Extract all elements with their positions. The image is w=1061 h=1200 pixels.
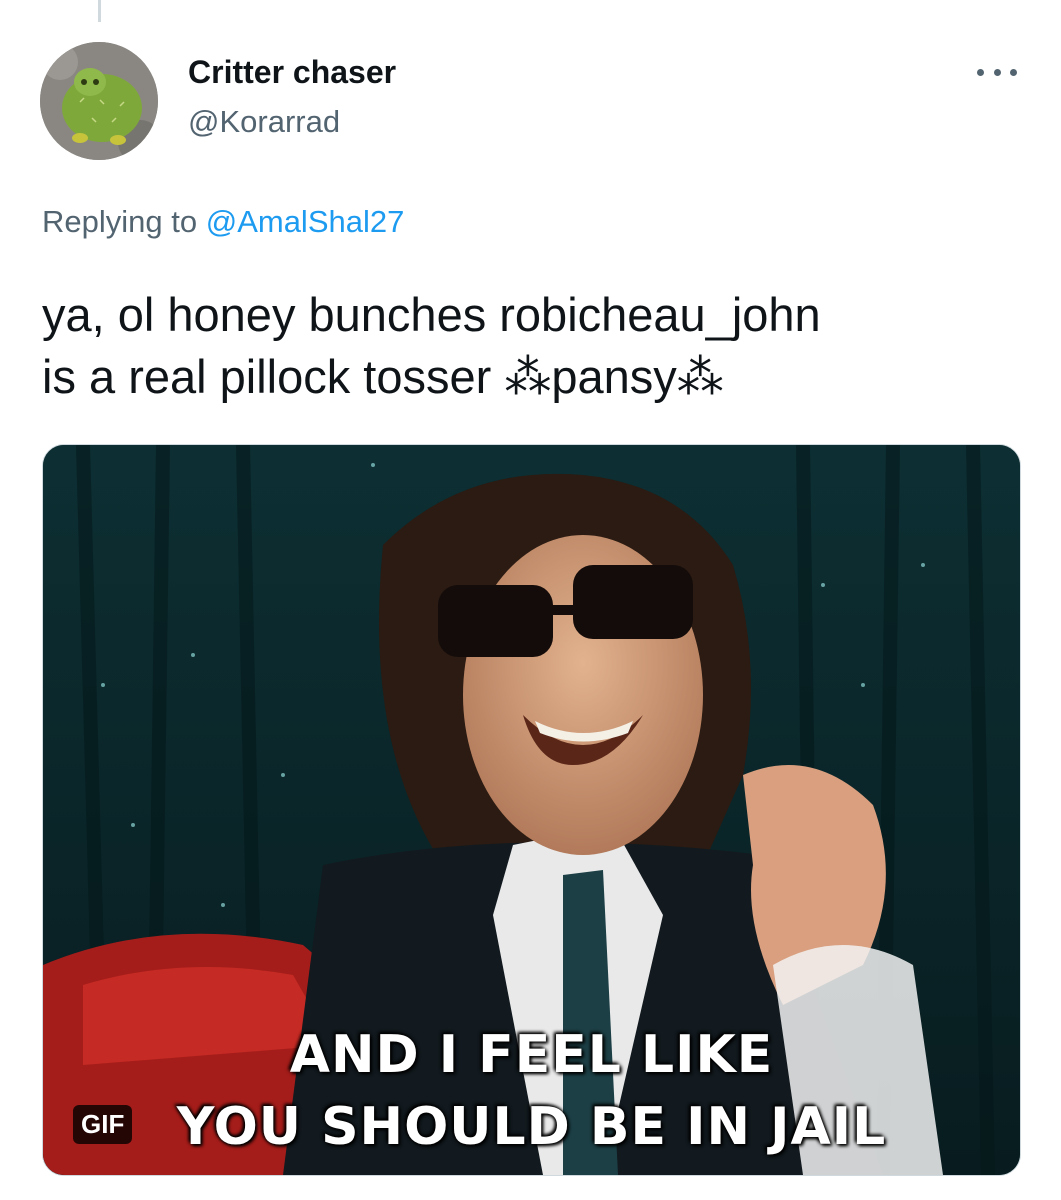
replying-to-prefix: Replying to (42, 204, 198, 239)
tweet-text: ya, ol honey bunches robicheau_john is a… (42, 284, 1032, 408)
tweet-text-line: ya, ol honey bunches robicheau_john (42, 288, 821, 341)
replying-to-link[interactable]: @AmalShal27 (206, 204, 405, 239)
thread-connector-line (98, 0, 101, 22)
gif-caption-line: AND I FEEL LIKE (289, 1025, 774, 1085)
gif-media[interactable]: AND I FEEL LIKE YOU SHOULD BE IN JAIL GI… (42, 444, 1021, 1176)
gif-caption-line: YOU SHOULD BE IN JAIL (176, 1097, 887, 1157)
user-handle[interactable]: @Korarrad (188, 104, 340, 140)
gif-badge: GIF (73, 1105, 133, 1144)
avatar-image (40, 42, 158, 160)
tweet-text-line: is a real pillock tosser ⁂pansy⁂ (42, 350, 724, 403)
more-horizontal-icon[interactable] (977, 60, 1017, 84)
replying-to-line: Replying to @AmalShal27 (42, 204, 404, 240)
display-name[interactable]: Critter chaser (188, 54, 396, 91)
avatar[interactable] (40, 42, 158, 160)
